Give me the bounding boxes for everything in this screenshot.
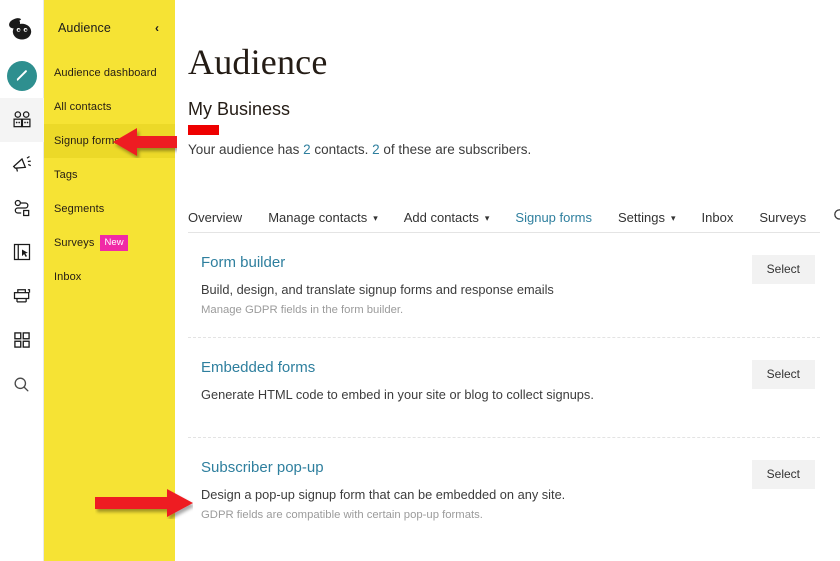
- form-description: Generate HTML code to embed in your site…: [201, 387, 594, 403]
- form-title-link[interactable]: Form builder: [201, 254, 752, 272]
- form-description: Design a pop-up signup form that can be …: [201, 487, 566, 503]
- sidebar-title: Audience: [58, 21, 111, 35]
- tab-label: Settings: [618, 209, 665, 225]
- tab-search-icon[interactable]: [832, 207, 840, 224]
- mailchimp-audience-screen: Audience ‹ Audience dashboard All contac…: [0, 0, 840, 561]
- pencil-badge: [6, 61, 37, 91]
- chevron-down-icon: ▾: [484, 212, 490, 223]
- sidebar-item-inbox[interactable]: Inbox: [44, 260, 175, 294]
- select-button[interactable]: Select: [751, 360, 815, 390]
- tab-label: Signup forms: [515, 209, 593, 225]
- audience-sidebar: Audience ‹ Audience dashboard All contac…: [44, 0, 175, 561]
- form-row-text: Subscriber pop-up Design a pop-up signup…: [188, 458, 752, 524]
- chevron-left-icon[interactable]: ‹: [153, 20, 161, 36]
- tab-label: Overview: [188, 209, 243, 225]
- tab-manage-contacts[interactable]: Manage contacts ▾: [268, 211, 378, 224]
- redaction-mark: [188, 125, 219, 135]
- chevron-down-icon: ▾: [373, 212, 378, 223]
- stats-middle: contacts.: [310, 142, 373, 157]
- automations-icon[interactable]: [0, 186, 44, 230]
- audience-name: My Business: [188, 99, 291, 135]
- page-title: Audience: [188, 42, 328, 82]
- sidebar-item-label: Signup forms: [54, 135, 121, 147]
- form-row-subscriber-popup: Subscriber pop-up Design a pop-up signup…: [188, 438, 820, 543]
- sidebar-item-label: Segments: [54, 203, 105, 215]
- form-row-embedded-forms: Embedded forms Generate HTML code to emb…: [188, 338, 820, 439]
- tab-label: Surveys: [759, 209, 807, 225]
- tab-settings[interactable]: Settings ▾: [618, 211, 676, 224]
- sidebar-item-label: Audience dashboard: [54, 67, 157, 79]
- sidebar-item-label: Inbox: [54, 271, 82, 283]
- sidebar-item-audience-dashboard[interactable]: Audience dashboard: [44, 56, 175, 90]
- tab-surveys[interactable]: Surveys: [759, 211, 806, 224]
- campaigns-pencil-icon[interactable]: [0, 54, 44, 98]
- tab-label: Add contacts: [403, 209, 479, 225]
- subscribers-count[interactable]: 2: [372, 142, 380, 157]
- form-note: GDPR fields are compatible with certain …: [201, 509, 483, 522]
- form-row-text: Embedded forms Generate HTML code to emb…: [188, 358, 752, 403]
- mailchimp-logo[interactable]: [0, 4, 44, 54]
- form-title-link[interactable]: Subscriber pop-up: [201, 459, 752, 477]
- audience-tab-bar: Overview Manage contacts ▾ Add contacts …: [188, 202, 840, 233]
- form-title-link[interactable]: Embedded forms: [201, 359, 752, 377]
- chevron-down-icon: ▾: [671, 212, 676, 223]
- tab-inbox[interactable]: Inbox: [702, 211, 734, 224]
- audience-name-text: My Business: [188, 99, 291, 119]
- select-button[interactable]: Select: [751, 254, 815, 284]
- website-icon[interactable]: [0, 230, 44, 274]
- sidebar-item-label: Tags: [54, 169, 78, 181]
- sidebar-item-label: All contacts: [54, 101, 112, 113]
- sidebar-item-tags[interactable]: Tags: [44, 158, 175, 192]
- sidebar-item-segments[interactable]: Segments: [44, 192, 175, 226]
- new-badge: New: [100, 234, 128, 252]
- sidebar-item-all-contacts[interactable]: All contacts: [44, 90, 175, 124]
- signup-forms-list: Form builder Build, design, and translat…: [188, 233, 820, 543]
- tab-overview[interactable]: Overview: [188, 211, 242, 224]
- sidebar-item-signup-forms[interactable]: Signup forms: [44, 124, 175, 158]
- integrations-grid-icon[interactable]: [0, 318, 44, 362]
- select-button[interactable]: Select: [751, 460, 815, 490]
- stats-suffix: of these are subscribers.: [379, 142, 532, 157]
- sidebar-item-surveys[interactable]: Surveys New: [44, 226, 175, 260]
- form-row-text: Form builder Build, design, and translat…: [188, 253, 752, 319]
- form-note: Manage GDPR fields in the form builder.: [201, 303, 404, 316]
- form-description: Build, design, and translate signup form…: [201, 281, 554, 297]
- form-row-form-builder: Form builder Build, design, and translat…: [188, 233, 820, 339]
- search-icon[interactable]: [0, 362, 44, 406]
- tab-signup-forms[interactable]: Signup forms: [515, 211, 592, 224]
- content-studio-icon[interactable]: [0, 274, 44, 318]
- audience-stats: Your audience has 2 contacts. 2 of these…: [188, 141, 820, 159]
- tab-label: Manage contacts: [268, 209, 368, 225]
- contacts-count[interactable]: 2: [303, 142, 311, 157]
- main-content: Audience My Business Your audience has 2…: [175, 0, 840, 561]
- global-nav-rail: [0, 0, 44, 561]
- sidebar-header: Audience ‹: [44, 0, 175, 56]
- stats-prefix: Your audience has: [188, 142, 304, 157]
- tab-add-contacts[interactable]: Add contacts ▾: [404, 211, 490, 224]
- sidebar-item-label: Surveys: [54, 237, 95, 249]
- audience-contacts-icon[interactable]: [0, 98, 44, 142]
- tab-label: Inbox: [701, 209, 734, 225]
- campaigns-megaphone-icon[interactable]: [0, 142, 44, 186]
